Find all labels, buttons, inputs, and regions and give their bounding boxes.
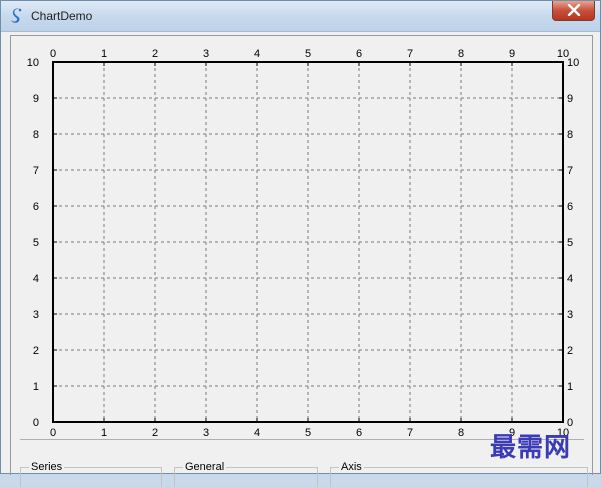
chart-area: 0011223344556677889910100 01 12 23 34 45 56 67 7… bbox=[27, 48, 580, 439]
x-tick-label-bottom: 3 bbox=[203, 427, 209, 439]
y-tick-label-left: 0 bbox=[33, 417, 39, 429]
x-tick-label-top: 4 bbox=[254, 48, 260, 60]
title-bar[interactable]: ChartDemo bbox=[1, 1, 600, 32]
y-tick-label-right: 9 bbox=[567, 93, 573, 105]
y-tick-label-right: 1 bbox=[567, 381, 573, 393]
y-tick-label-right: 2 bbox=[567, 345, 573, 357]
y-tick-label-right: 6 bbox=[567, 201, 573, 213]
y-tick-label-left: 6 bbox=[33, 201, 39, 213]
close-icon bbox=[567, 4, 581, 16]
y-tick-label-right: 10 bbox=[567, 57, 579, 69]
y-tick-label-left: 1 bbox=[33, 381, 39, 393]
window-title: ChartDemo bbox=[31, 9, 93, 23]
y-tick-label-right: 3 bbox=[567, 309, 573, 321]
app-swan-icon bbox=[9, 7, 25, 25]
app-window: ChartDemo 0 0 1 1 2 2 3 3 4 4 5 5 6 6 7 7 8 8 9 9 10 10 0 0 1 1 2 2… bbox=[0, 0, 601, 487]
y-tick-label-right: 4 bbox=[567, 273, 573, 285]
y-tick-label-left: 8 bbox=[33, 129, 39, 141]
x-tick-label-bottom: 8 bbox=[458, 427, 464, 439]
y-tick-label-left: 7 bbox=[33, 165, 39, 177]
x-tick-label-top: 0 bbox=[50, 48, 56, 60]
x-tick-label-bottom: 6 bbox=[356, 427, 362, 439]
x-tick-label-top: 2 bbox=[152, 48, 158, 60]
x-tick-label-top: 9 bbox=[509, 48, 515, 60]
y-tick-label-right: 7 bbox=[567, 165, 573, 177]
y-tick-label-right: 8 bbox=[567, 129, 573, 141]
axis-group-label: Axis bbox=[339, 461, 364, 473]
x-tick-label-top: 5 bbox=[305, 48, 311, 60]
general-group: General bbox=[174, 461, 318, 487]
y-tick-label-left: 5 bbox=[33, 237, 39, 249]
series-group: Series bbox=[20, 461, 162, 487]
x-tick-label-bottom: 5 bbox=[305, 427, 311, 439]
x-tick-label-bottom: 0 bbox=[50, 427, 56, 439]
x-tick-label-bottom: 4 bbox=[254, 427, 260, 439]
x-tick-label-top: 8 bbox=[458, 48, 464, 60]
x-tick-label-bottom: 1 bbox=[101, 427, 107, 439]
x-tick-label-top: 1 bbox=[101, 48, 107, 60]
general-group-label: General bbox=[183, 461, 227, 473]
y-tick-label-left: 10 bbox=[27, 57, 39, 69]
y-tick-label-right: 5 bbox=[567, 237, 573, 249]
x-tick-label-bottom: 7 bbox=[407, 427, 413, 439]
x-tick-label-top: 7 bbox=[407, 48, 413, 60]
x-tick-label-top: 3 bbox=[203, 48, 209, 60]
close-button[interactable] bbox=[552, 1, 595, 21]
y-tick-label-left: 2 bbox=[33, 345, 39, 357]
watermark-text: 最需网 bbox=[490, 433, 572, 463]
y-tick-label-left: 9 bbox=[33, 93, 39, 105]
series-group-label: Series bbox=[29, 461, 65, 473]
x-tick-label-bottom: 2 bbox=[152, 427, 158, 439]
y-tick-label-left: 4 bbox=[33, 273, 39, 285]
y-tick-label-left: 3 bbox=[33, 309, 39, 321]
axis-group: Axis bbox=[330, 461, 588, 487]
x-tick-label-top: 6 bbox=[356, 48, 362, 60]
